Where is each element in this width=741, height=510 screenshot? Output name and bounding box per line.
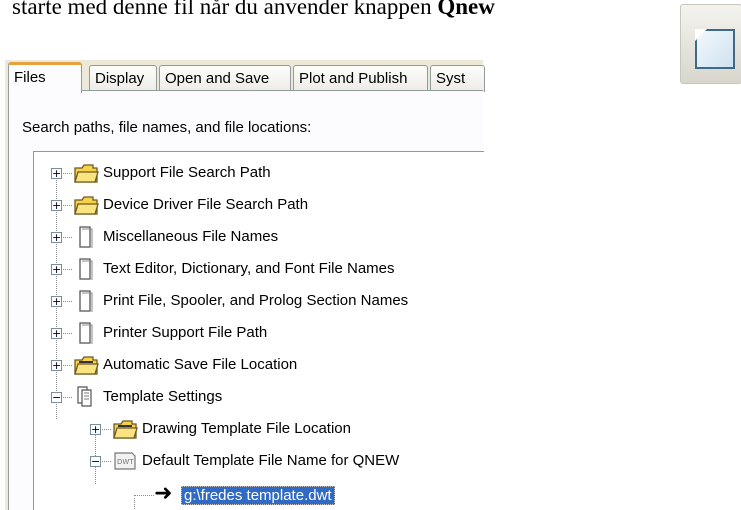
tab-open-and-save[interactable]: Open and Save [159, 65, 291, 92]
document-corner-fold [695, 29, 707, 41]
expand-icon[interactable]: + [51, 360, 62, 371]
tree-guide-line [134, 498, 135, 510]
tree-item-label: Drawing Template File Location [142, 420, 351, 437]
tree-item-label: Text Editor, Dictionary, and Font File N… [103, 260, 395, 277]
folder-icon [74, 164, 99, 183]
tree-item-label: Support File Search Path [103, 164, 271, 181]
collapse-icon[interactable]: − [90, 456, 101, 467]
folder-icon [74, 196, 99, 215]
qnew-button[interactable] [680, 4, 741, 84]
tree-item-label: Miscellaneous File Names [103, 228, 279, 245]
tab-system[interactable]: Syst [430, 65, 485, 92]
arrow-right-icon: ➜ [154, 481, 173, 506]
document-icon [79, 322, 93, 344]
svg-text:DWT: DWT [117, 458, 134, 466]
expand-icon[interactable]: + [51, 296, 62, 307]
tab-files[interactable]: Files [8, 62, 82, 93]
caption-text: starte med denne fil når du anvender kna… [12, 0, 438, 19]
document-icon [79, 258, 93, 280]
document-icon [79, 290, 93, 312]
template-settings-icon [77, 386, 92, 407]
collapse-icon[interactable]: − [51, 392, 62, 403]
tree-item-label: Device Driver File Search Path [103, 196, 309, 213]
expand-icon[interactable]: + [51, 168, 62, 179]
expand-icon[interactable]: + [90, 424, 101, 435]
dwt-file-icon: DWT [114, 452, 136, 470]
expand-icon[interactable]: + [51, 232, 62, 243]
expand-icon[interactable]: + [51, 328, 62, 339]
caption-qnew: Qnew [437, 0, 495, 19]
panel-label: Search paths, file names, and file locat… [22, 119, 312, 136]
template-path-value[interactable]: g:\fredes template.dwt [181, 486, 335, 505]
tab-display[interactable]: Display [89, 65, 157, 92]
tree-item-label: Template Settings [103, 388, 223, 405]
tree-item-label: Automatic Save File Location [103, 356, 298, 373]
tree-item-label: Printer Support File Path [103, 324, 268, 341]
files-panel: Search paths, file names, and file locat… [8, 90, 484, 510]
expand-icon[interactable]: + [51, 264, 62, 275]
tree-item-label: Print File, Spooler, and Prolog Section … [103, 292, 409, 309]
tab-strip: Files Display Open and Save Plot and Pub… [8, 62, 485, 93]
document-icon [79, 226, 93, 248]
tab-plot-and-publish[interactable]: Plot and Publish [293, 65, 428, 92]
tree-item-label: Default Template File Name for QNEW [142, 452, 400, 469]
expand-icon[interactable]: + [51, 200, 62, 211]
folder-icon [113, 420, 138, 439]
instruction-caption: starte med denne fil når du anvender kna… [12, 0, 495, 20]
files-tree[interactable]: + Support File Search Path + Device Driv… [33, 151, 484, 510]
folder-icon [74, 356, 99, 375]
options-dialog: Files Display Open and Save Plot and Pub… [5, 60, 485, 510]
